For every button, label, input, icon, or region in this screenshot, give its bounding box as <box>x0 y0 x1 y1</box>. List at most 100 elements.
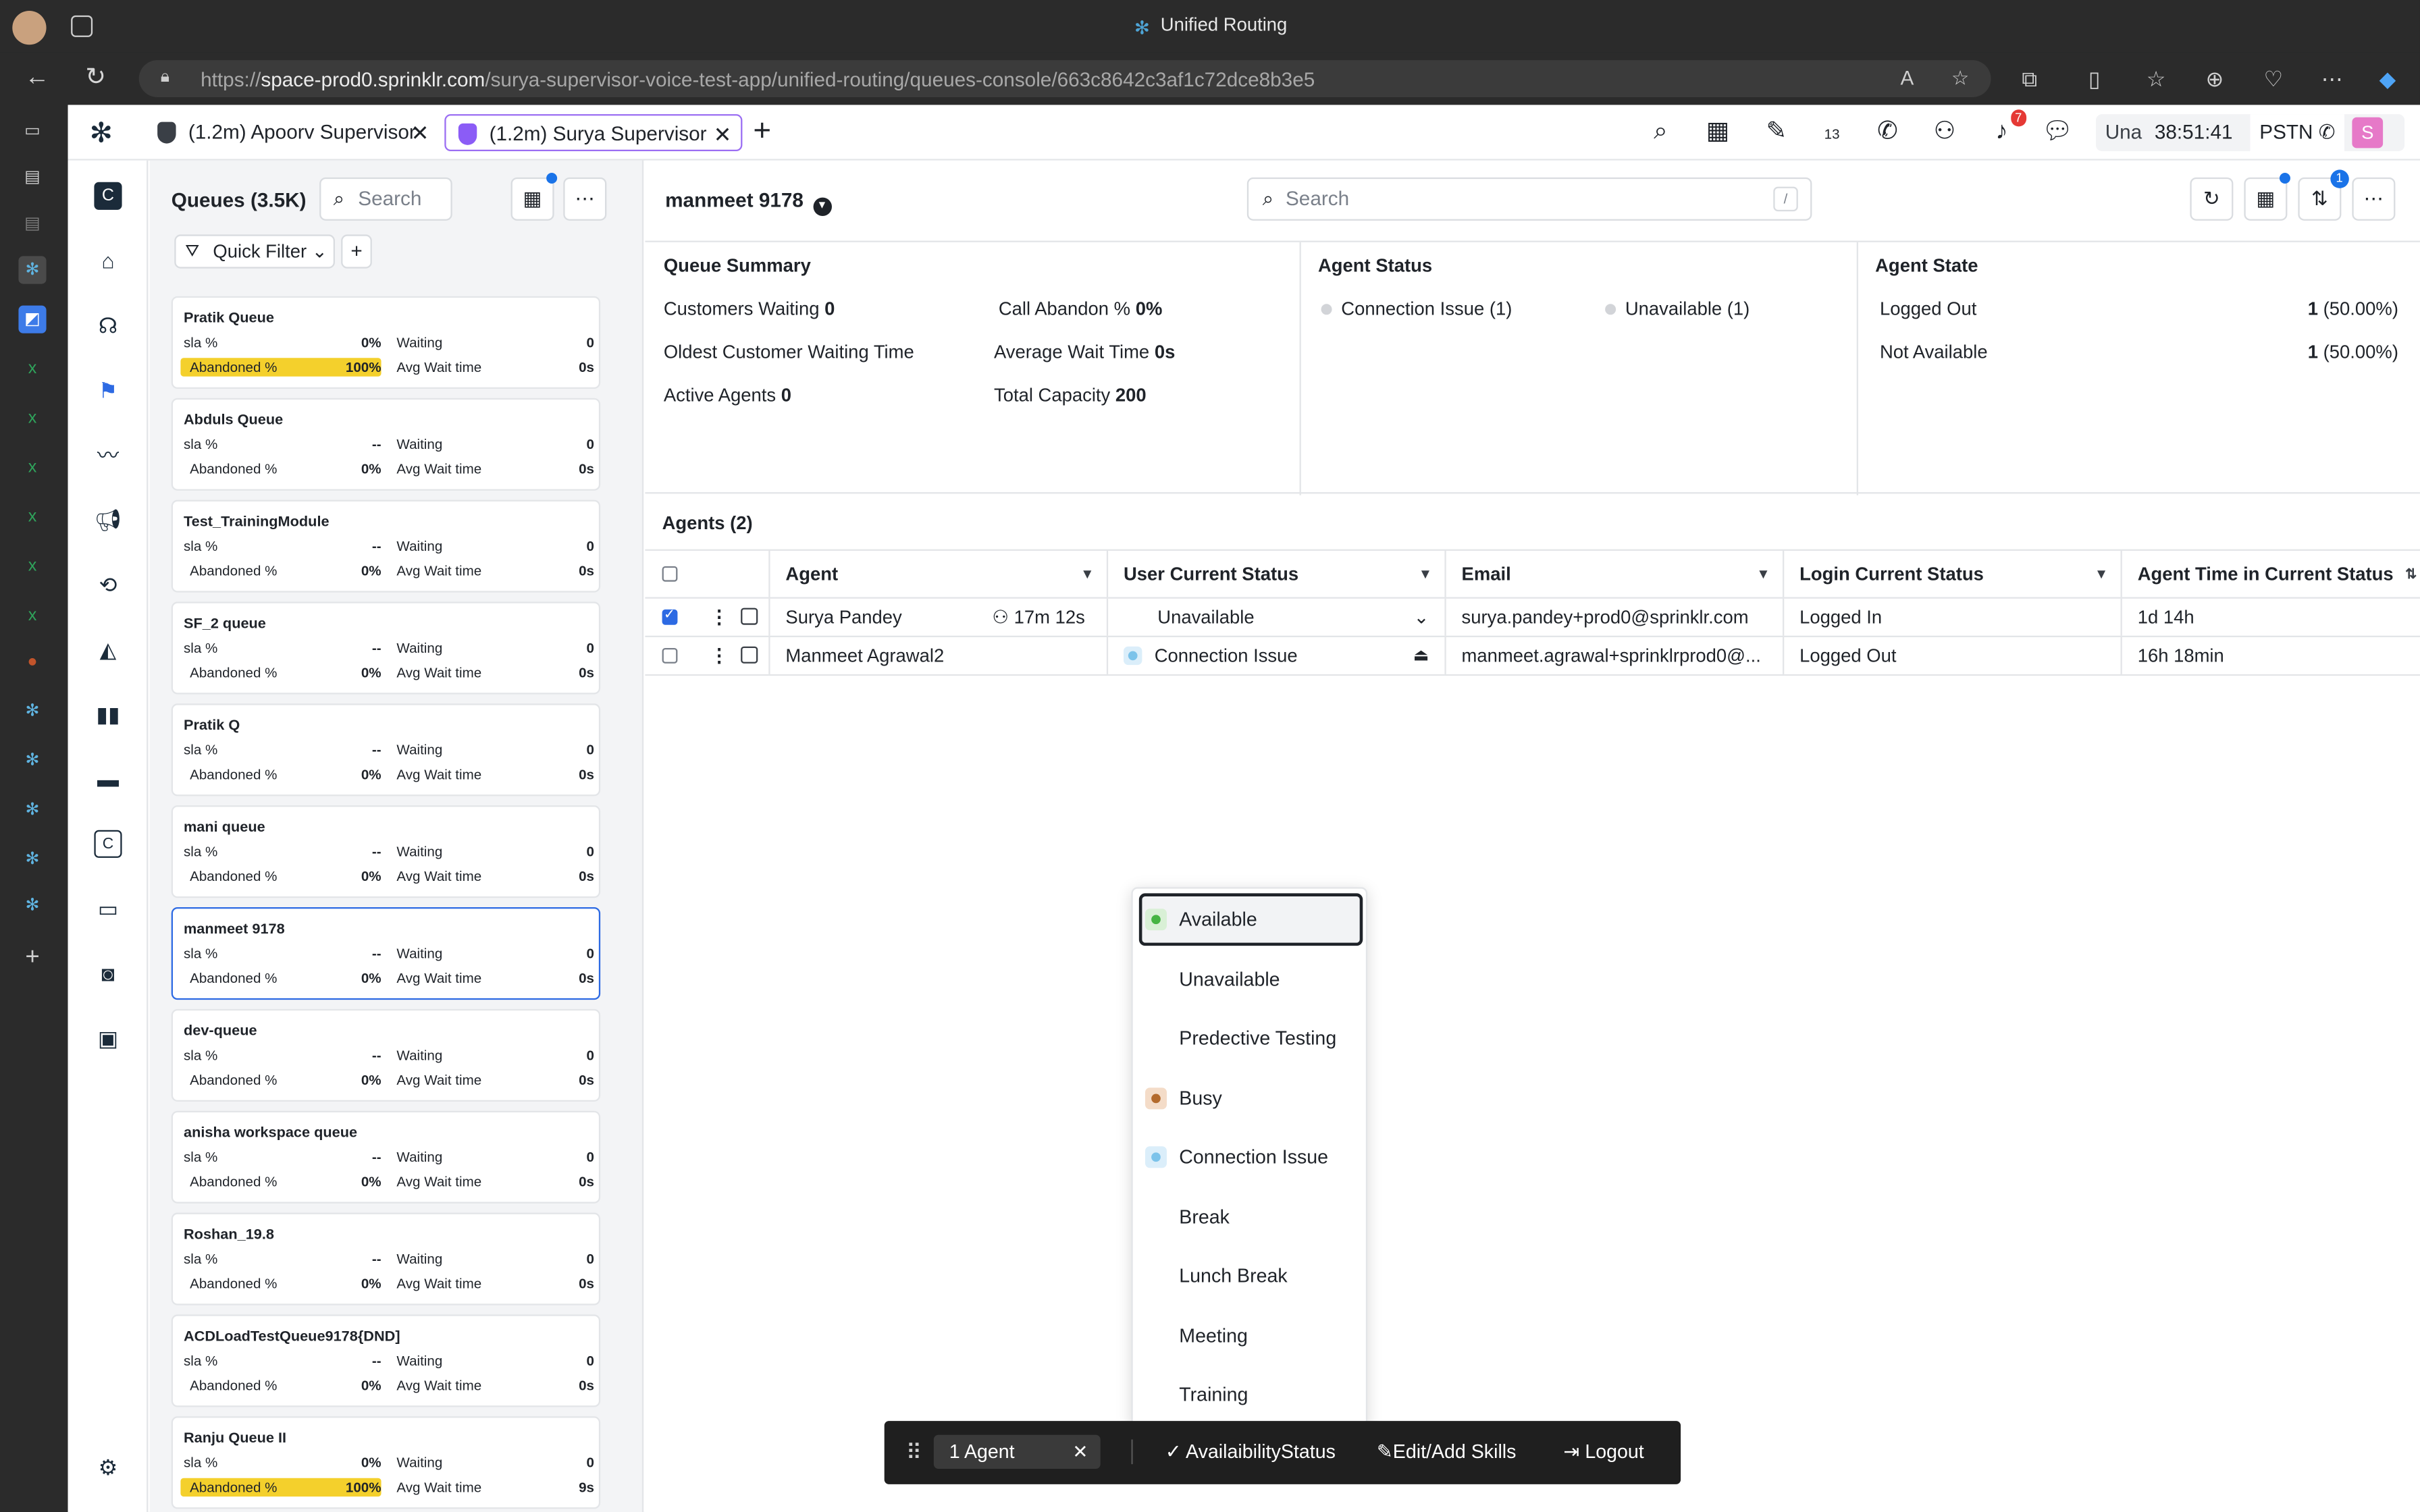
broadcast-icon[interactable]: ◭ <box>94 636 122 664</box>
sprinklr-tab-icon[interactable]: ✻ <box>18 892 46 919</box>
edit-skills-button[interactable]: ✎Edit/Add Skills <box>1377 1440 1517 1465</box>
queue-title[interactable]: manmeet 9178 ▼ <box>665 188 832 216</box>
table-row[interactable]: ⋮ Manmeet Agrawal2 Connection Issue ⏏ ma… <box>645 637 2420 676</box>
status-option-connection-issue[interactable]: Connection Issue <box>1139 1131 1363 1183</box>
pstn-button[interactable]: PSTN ✆ <box>2250 114 2345 151</box>
url-field[interactable]: 🔒︎ https://space-prod0.sprinklr.com/sury… <box>138 60 1991 97</box>
queue-card[interactable]: SF_2 queue sla % -- Waiting 0 Abandoned % 0% Av… <box>171 601 601 695</box>
queue-card[interactable]: Pratik Queue sla % 0% Waiting 0 Abandoned % 10… <box>171 296 601 389</box>
status-option-break[interactable]: Break <box>1139 1190 1363 1243</box>
agent-headset-icon[interactable]: ☊ <box>94 312 122 340</box>
row-checkbox[interactable] <box>662 647 678 664</box>
back-icon[interactable]: ← <box>22 63 53 94</box>
queue-card[interactable]: Abduls Queue sla % -- Waiting 0 Abandoned % 0%… <box>171 398 601 491</box>
status-connection-issue[interactable]: Connection Issue (1) <box>1321 298 1512 319</box>
drag-handle-icon[interactable]: ⠿ <box>906 1440 922 1466</box>
c-icon[interactable]: C <box>94 830 122 858</box>
more-options-button[interactable]: ⋯ <box>563 177 607 221</box>
sprinklr-tab-icon[interactable]: ✻ <box>18 256 47 284</box>
tab-surya-supervisor[interactable]: (1.2m) Surya Supervisor ✕ <box>444 114 743 151</box>
status-option-training[interactable]: Training <box>1139 1368 1363 1421</box>
queue-card[interactable]: dev-queue sla % -- Waiting 0 Abandoned % 0% Avg… <box>171 1008 601 1102</box>
availability-status-button[interactable]: ✓ AvailaibilityStatus <box>1165 1440 1336 1465</box>
refresh-icon[interactable]: ↻ <box>80 63 111 94</box>
agent-search-input[interactable]: ⌕ Search / <box>1246 177 1812 221</box>
search-icon[interactable]: ⌕ <box>1646 117 1677 148</box>
user-avatar[interactable]: S <box>2352 117 2384 148</box>
status-option-predective-testing[interactable]: Predective Testing <box>1139 1012 1363 1064</box>
queue-card[interactable]: Pratik Q sla % -- Waiting 0 Abandoned % 0% Avg … <box>171 703 601 796</box>
status-option-available[interactable]: Available <box>1138 893 1363 946</box>
column-filter-icon[interactable]: ▼ <box>2095 551 2108 597</box>
logout-icon[interactable]: ⏏ <box>1413 637 1429 674</box>
column-filter-icon[interactable]: ▼ <box>1419 551 1432 597</box>
user-status-select[interactable]: Connection Issue ⏏ <box>1106 637 1445 674</box>
tab-icon[interactable]: ▤ <box>18 210 46 238</box>
copilot-icon[interactable]: ◆ <box>2373 66 2401 92</box>
megaphone-icon[interactable]: 📢︎ <box>94 506 122 534</box>
phone-icon[interactable]: ✆ <box>1872 117 1903 148</box>
tab-icon[interactable]: ● <box>18 648 46 676</box>
row-actions-icon[interactable]: ⋮ <box>710 606 728 628</box>
queue-card[interactable]: ACDLoadTestQueue9178{DND] sla % -- Waiting 0… <box>171 1314 601 1407</box>
queue-card[interactable]: manmeet 9178 sla % -- Waiting 0 Abandoned % 0%… <box>171 907 601 1000</box>
col-agent-time-in-status[interactable]: Agent Time in Current Status ⇅ <box>2120 550 2420 597</box>
sort-icon[interactable]: ⇅ <box>2405 551 2417 597</box>
quick-filter-button[interactable]: ⛛ Quick Filter ⌄ <box>174 234 335 269</box>
edit-pencil-icon[interactable]: ✎ <box>1761 117 1792 148</box>
home-icon[interactable]: ⌂ <box>94 247 122 275</box>
clear-selection-icon[interactable]: ✕ <box>1072 1435 1088 1469</box>
favorite-star-icon[interactable]: ☆ <box>1951 66 1970 91</box>
c-app-icon[interactable]: C <box>94 182 122 210</box>
col-login-current-status[interactable]: Login Current Status ▼ <box>1782 550 2121 597</box>
browser-essentials-icon[interactable]: ♡ <box>2259 66 2287 92</box>
apps-grid-icon[interactable]: ▦ <box>1702 117 1733 148</box>
tab-icon[interactable]: ▤ <box>18 163 46 191</box>
active-tab-icon[interactable]: ◩ <box>18 305 47 333</box>
split-screen-icon[interactable]: ▯ <box>2080 66 2108 92</box>
new-tab-icon[interactable]: + <box>18 944 46 972</box>
select-all-checkbox[interactable] <box>662 566 678 582</box>
tab-icon[interactable]: ▭ <box>18 117 46 145</box>
status-option-busy[interactable]: Busy <box>1139 1071 1363 1124</box>
queue-search-input[interactable]: ⌕ Search <box>319 177 452 221</box>
sprinklr-tab-icon[interactable]: ✻ <box>18 697 46 725</box>
sort-button[interactable]: ⇅ 1 <box>2298 169 2349 221</box>
column-filter-icon[interactable]: ▼ <box>1080 551 1094 597</box>
settings-more-icon[interactable]: ⋯ <box>2318 66 2346 92</box>
agent-profile-icon[interactable] <box>741 608 758 625</box>
chat-icon[interactable]: 💬︎ <box>2042 117 2073 148</box>
agent-profile-icon[interactable] <box>741 646 758 664</box>
refresh-button[interactable]: ↻ <box>2190 177 2234 221</box>
notification-bell-icon[interactable]: ♪ 7 <box>1987 109 2027 148</box>
queue-card[interactable]: Roshan_19.8 sla % -- Waiting 0 Abandoned % 0% A… <box>171 1212 601 1305</box>
excel-tab-icon[interactable]: x <box>18 601 46 629</box>
read-aloud-icon[interactable]: A <box>1900 66 1914 89</box>
excel-tab-icon[interactable]: x <box>18 454 46 481</box>
team-icon[interactable]: ⚇ <box>1929 117 1960 148</box>
status-option-unavailable[interactable]: Unavailable <box>1139 952 1363 1005</box>
status-unavailable[interactable]: Unavailable (1) <box>1605 298 1750 319</box>
status-option-meeting[interactable]: Meeting <box>1139 1309 1363 1361</box>
gear-icon[interactable]: ⚙ <box>94 1453 122 1481</box>
calendar-icon[interactable]: 13 <box>1816 117 1847 148</box>
col-user-current-status[interactable]: User Current Status ▼ <box>1106 550 1445 597</box>
status-option-lunch-break[interactable]: Lunch Break <box>1139 1249 1363 1302</box>
queue-card[interactable]: Test_TrainingModule sla % -- Waiting 0 Abando… <box>171 500 601 593</box>
excel-tab-icon[interactable]: x <box>18 355 46 383</box>
close-tab-icon[interactable]: ✕ <box>411 114 429 151</box>
workflow-icon[interactable]: ⟲ <box>94 571 122 599</box>
sprinklr-tab-icon[interactable]: ✻ <box>18 846 46 873</box>
excel-tab-icon[interactable]: x <box>18 404 46 432</box>
sprinklr-tab-icon[interactable]: ✻ <box>18 747 46 774</box>
more-options-button[interactable]: ⋯ <box>2352 177 2396 221</box>
routing-icon[interactable]: ⚑ <box>94 377 122 404</box>
column-filter-icon[interactable]: ▼ <box>1756 551 1770 597</box>
extensions-icon[interactable]: ⧉ <box>2016 66 2043 92</box>
queue-card[interactable]: Ranju Queue II sla % 0% Waiting 0 Abandoned %… <box>171 1416 601 1509</box>
row-actions-icon[interactable]: ⋮ <box>710 645 728 666</box>
sprinklr-tab-icon[interactable]: ✻ <box>18 796 46 824</box>
calendar-button[interactable]: ▦ <box>2244 172 2290 221</box>
activity-icon[interactable]: 〰 <box>94 441 122 469</box>
queue-card[interactable]: anisha workspace queue sla % -- Waiting 0 Aba… <box>171 1110 601 1204</box>
